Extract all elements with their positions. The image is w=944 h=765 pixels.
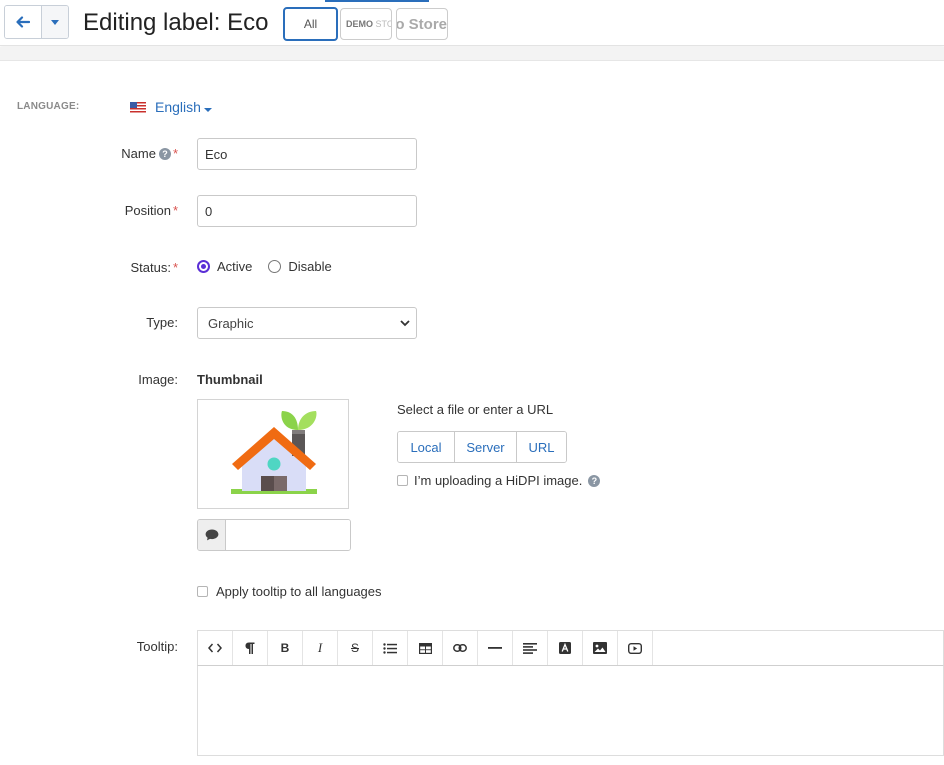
position-input[interactable]: 0 — [197, 195, 417, 227]
hidpi-checkbox[interactable] — [397, 475, 408, 486]
image-label: Image: — [138, 372, 178, 387]
paragraph-icon[interactable] — [233, 631, 268, 665]
alt-text-input-group — [197, 519, 351, 551]
store-demo-label: DEMO — [346, 19, 373, 29]
required-marker: * — [172, 203, 178, 218]
apply-tooltip-label[interactable]: Apply tooltip to all languages — [216, 584, 382, 599]
store-all-button[interactable]: All — [283, 7, 338, 41]
status-active-label[interactable]: Active — [217, 259, 252, 274]
hidpi-label[interactable]: I’m uploading a HiDPI image. — [414, 473, 582, 488]
eco-house-icon — [231, 411, 317, 494]
chevron-down-icon — [400, 320, 410, 327]
help-icon[interactable]: ? — [588, 474, 601, 487]
status-radio-group: Active Disable — [197, 259, 332, 274]
name-input[interactable]: Eco — [197, 138, 417, 170]
video-icon[interactable] — [618, 631, 653, 665]
back-button-group — [4, 5, 69, 39]
editor-toolbar: B I S — [197, 630, 944, 666]
back-dropdown-button[interactable] — [42, 6, 68, 38]
store-demo-label-faded: STORE — [375, 19, 391, 29]
tooltip-editor-area[interactable] — [197, 666, 944, 756]
link-icon[interactable] — [443, 631, 478, 665]
language-value: English — [155, 99, 201, 115]
server-file-button[interactable]: Server — [455, 432, 517, 462]
align-icon[interactable] — [513, 631, 548, 665]
status-disable-label[interactable]: Disable — [288, 259, 331, 274]
us-flag-icon — [130, 101, 146, 113]
caret-down-icon — [203, 108, 212, 112]
strikethrough-icon[interactable]: S — [338, 631, 373, 665]
apply-tooltip-option: Apply tooltip to all languages — [197, 584, 382, 599]
bullet-list-icon[interactable] — [373, 631, 408, 665]
header-divider-band — [0, 47, 944, 61]
italic-icon[interactable]: I — [303, 631, 338, 665]
horizontal-rule-icon[interactable] — [478, 631, 513, 665]
required-marker: * — [172, 260, 178, 275]
status-label: Status: * — [130, 260, 178, 275]
page-header: Editing label: Eco All DEMO STORE Demo S… — [0, 0, 944, 46]
position-label-text: Position — [124, 203, 171, 218]
thumbnail-title: Thumbnail — [197, 372, 263, 387]
image-icon[interactable] — [583, 631, 618, 665]
type-select[interactable]: Graphic — [197, 307, 417, 339]
name-label-text: Name — [121, 146, 156, 161]
apply-tooltip-checkbox[interactable] — [197, 586, 208, 597]
required-marker: * — [172, 146, 178, 161]
local-file-button[interactable]: Local — [398, 432, 455, 462]
arrow-left-icon — [16, 16, 31, 28]
hidpi-option: I’m uploading a HiDPI image. ? — [397, 473, 601, 488]
thumbnail-preview[interactable] — [197, 399, 349, 509]
language-label: LANGUAGE: — [17, 101, 80, 112]
status-label-text: Status: — [130, 260, 171, 275]
back-button[interactable] — [5, 6, 43, 38]
code-view-icon[interactable] — [198, 631, 233, 665]
store-demo-button[interactable]: DEMO STORE — [340, 8, 392, 40]
active-tab-indicator — [325, 0, 429, 2]
page-title: Editing label: Eco — [83, 9, 269, 36]
bold-icon[interactable]: B — [268, 631, 303, 665]
position-label: Position * — [125, 203, 178, 218]
store-demo-store-label: Demo Store — [396, 15, 447, 33]
caret-down-icon — [51, 19, 60, 25]
url-file-button[interactable]: URL — [517, 432, 566, 462]
help-icon[interactable]: ? — [158, 148, 171, 160]
name-label: Name? * — [121, 146, 178, 161]
status-disable-radio[interactable] — [268, 260, 282, 273]
table-icon[interactable] — [408, 631, 443, 665]
comment-icon — [198, 520, 226, 550]
type-label: Type: — [146, 315, 178, 330]
tooltip-label: Tooltip: — [136, 639, 178, 654]
alt-text-input[interactable] — [226, 520, 350, 550]
language-selector[interactable]: English — [130, 99, 212, 115]
status-active-radio[interactable] — [197, 260, 210, 273]
type-select-value: Graphic — [208, 315, 254, 331]
store-demo-store-button[interactable]: Demo Store — [396, 8, 448, 40]
font-color-icon[interactable] — [548, 631, 583, 665]
file-hint-text: Select a file or enter a URL — [397, 402, 554, 417]
file-source-buttons: Local Server URL — [397, 431, 567, 463]
